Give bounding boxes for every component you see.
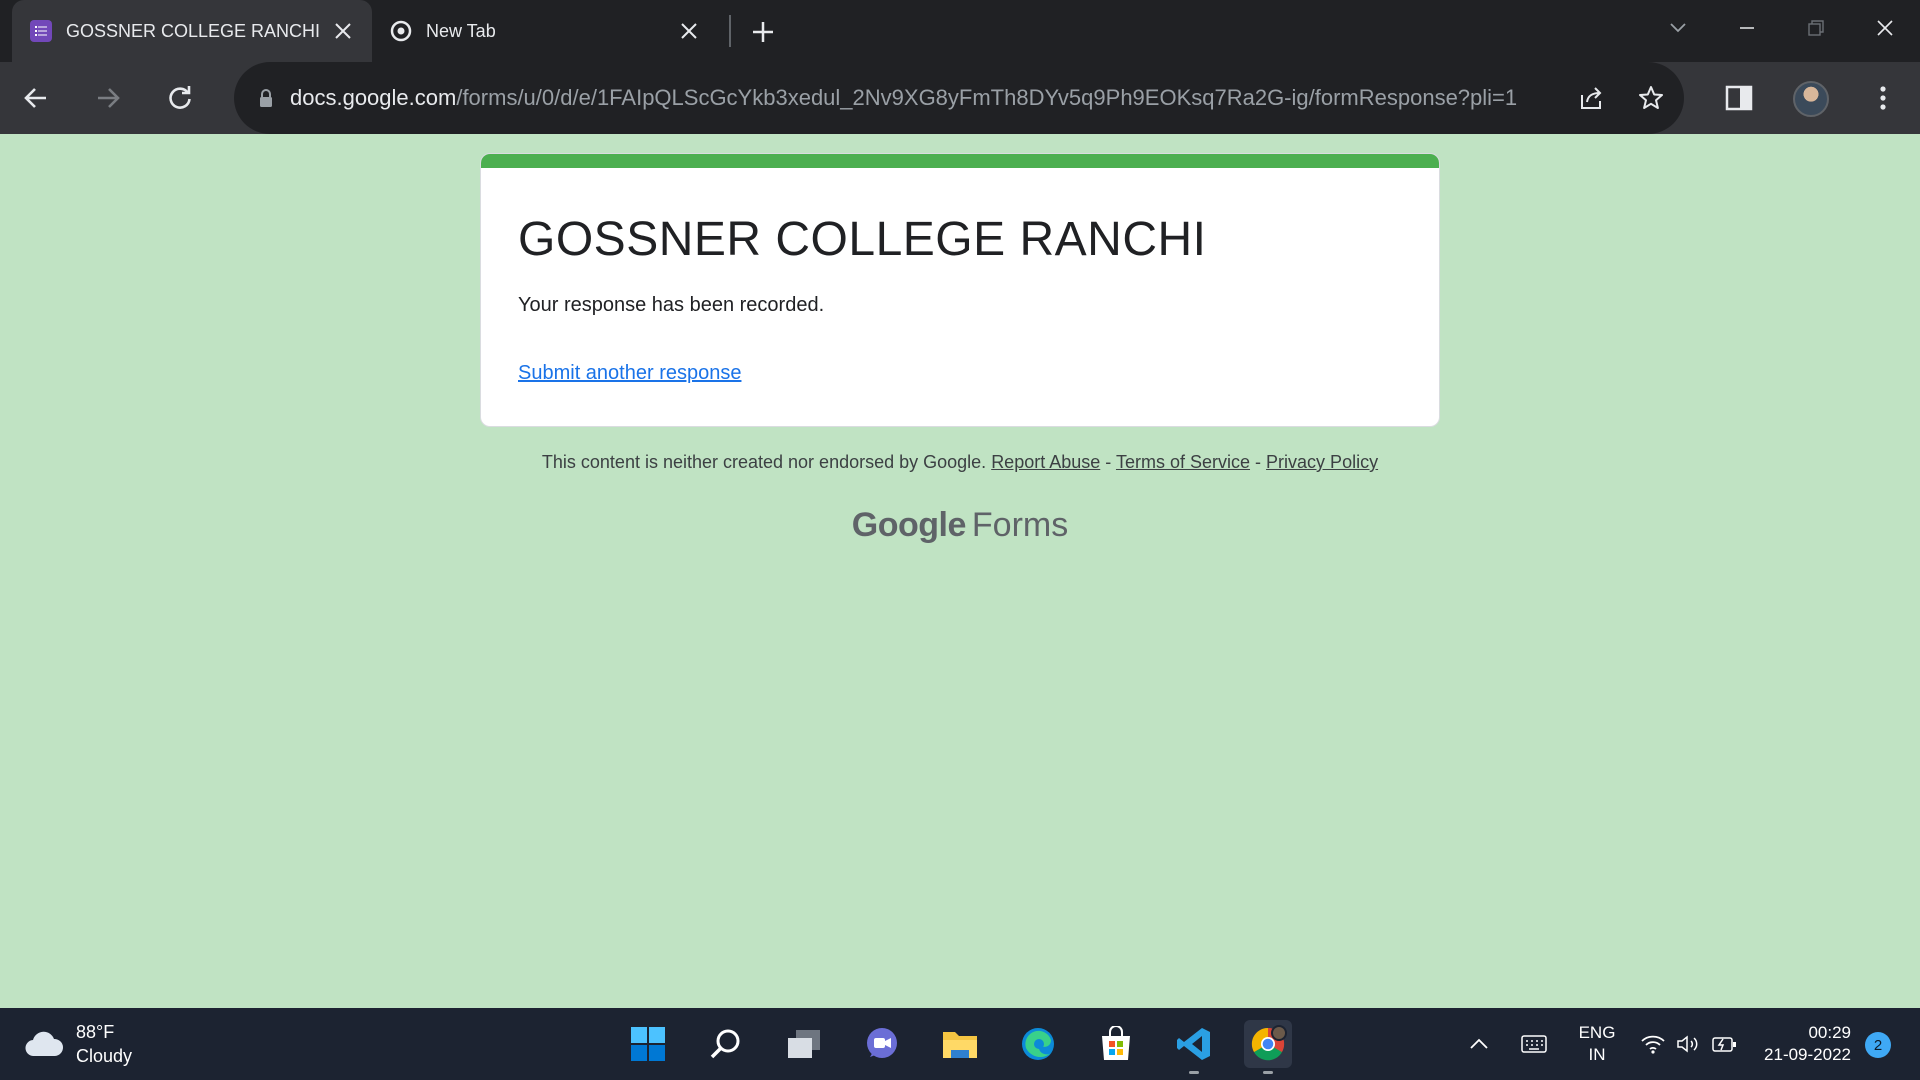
search-icon[interactable] [702,1020,750,1068]
disclaimer-text: This content is neither created nor endo… [541,452,987,472]
tab-search-chevron-icon[interactable] [1656,8,1700,48]
kebab-menu-icon[interactable] [1860,75,1906,121]
close-tab-icon[interactable] [674,16,704,46]
privacy-policy-link[interactable]: Privacy Policy [1266,452,1378,472]
minimize-icon[interactable] [1725,8,1769,48]
footer-separator: - [1255,452,1262,472]
url-text[interactable]: docs.google.com/forms/u/0/d/e/1FAIpQLScG… [290,85,1540,111]
close-tab-icon[interactable] [328,16,358,46]
submit-another-response-link[interactable]: Submit another response [518,362,741,385]
date: 21-09-2022 [1764,1045,1851,1064]
confirmation-message: Your response has been recorded. [518,294,825,316]
form-response-card: GOSSNER COLLEGE RANCHI Your response has… [480,153,1440,427]
windows-taskbar: 88°F Cloudy ENG IN 00:29 21-09-2022 [0,1008,1920,1080]
back-icon[interactable] [13,75,59,121]
form-title: GOSSNER COLLEGE RANCHI [518,213,1207,266]
clock[interactable]: 00:29 21-09-2022 [1755,1020,1851,1068]
temperature: 88°F [76,1022,115,1042]
cloud-icon [25,1031,64,1057]
chevron-up-icon[interactable] [1464,1020,1494,1068]
profile-avatar[interactable] [1793,81,1829,117]
footer-disclaimer: This content is neither created nor endo… [0,452,1920,473]
file-explorer-icon[interactable] [936,1020,984,1068]
teams-chat-icon[interactable] [858,1020,906,1068]
report-abuse-link[interactable]: Report Abuse [991,452,1100,472]
tab-new-tab[interactable]: New Tab [378,0,718,62]
weather-condition: Cloudy [76,1046,133,1066]
brand-forms: Forms [971,506,1069,544]
restore-icon[interactable] [1794,8,1838,48]
address-bar[interactable]: docs.google.com/forms/u/0/d/e/1FAIpQLScG… [234,62,1684,134]
battery-charging-icon[interactable] [1708,1020,1742,1068]
side-panel-icon[interactable] [1716,75,1762,121]
tab-strip: GOSSNER COLLEGE RANCHI New Tab [0,0,1920,62]
share-icon[interactable] [1568,75,1614,121]
notification-badge[interactable]: 2 [1865,1032,1891,1058]
task-view-icon[interactable] [780,1020,828,1068]
weather-widget[interactable]: 88°F Cloudy [24,1020,132,1068]
page-content: GOSSNER COLLEGE RANCHI Your response has… [0,134,1920,1008]
new-tab-button[interactable] [745,14,781,50]
footer-separator: - [1105,452,1112,472]
time: 00:29 [1808,1023,1851,1042]
windows-start-icon[interactable] [624,1020,672,1068]
card-accent-bar [481,154,1439,168]
tab-title: New Tab [426,20,496,41]
wifi-icon[interactable] [1637,1020,1669,1068]
lock-icon[interactable] [256,87,276,109]
close-window-icon[interactable] [1863,8,1907,48]
google-forms-logo[interactable]: Google Forms [0,506,1920,545]
language-indicator[interactable]: ENG IN [1572,1020,1622,1068]
microsoft-store-icon[interactable] [1092,1020,1140,1068]
forward-icon[interactable] [85,75,131,121]
tab-gossner-college-ranchi[interactable]: GOSSNER COLLEGE RANCHI [12,0,372,62]
vscode-icon[interactable] [1170,1020,1218,1074]
edge-browser-icon[interactable] [1014,1020,1062,1068]
volume-icon[interactable] [1672,1020,1704,1068]
keyboard-icon[interactable] [1516,1020,1552,1068]
tab-divider [729,15,731,47]
terms-of-service-link[interactable]: Terms of Service [1116,452,1250,472]
google-forms-icon [30,20,52,42]
reload-icon[interactable] [157,75,203,121]
browser-toolbar: docs.google.com/forms/u/0/d/e/1FAIpQLScG… [0,62,1920,134]
brand-google: Google [851,506,967,544]
bookmark-star-icon[interactable] [1628,75,1674,121]
chrome-icon [390,20,412,42]
chrome-taskbar-icon[interactable] [1244,1020,1292,1074]
tab-title: GOSSNER COLLEGE RANCHI [66,20,321,41]
